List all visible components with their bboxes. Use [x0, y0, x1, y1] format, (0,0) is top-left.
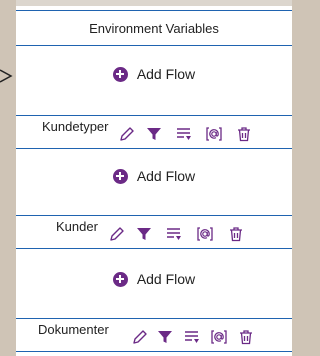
- flow-panel: Environment Variables Add Flow Kundetype…: [16, 0, 292, 356]
- add-flow-button[interactable]: Add Flow: [16, 164, 292, 188]
- at-variable-icon[interactable]: [196, 225, 214, 243]
- add-flow-button[interactable]: Add Flow: [16, 62, 292, 86]
- panel-top-strip: [16, 0, 292, 6]
- pencil-icon[interactable]: [118, 125, 136, 143]
- step-kunder[interactable]: Kunder: [16, 215, 292, 249]
- add-flow-label: Add Flow: [136, 66, 196, 82]
- environment-variables-header[interactable]: Environment Variables: [16, 10, 292, 46]
- pencil-icon[interactable]: [131, 328, 149, 346]
- step-dokumenter[interactable]: Dokumenter: [16, 318, 292, 352]
- add-circle-icon: [112, 168, 128, 184]
- list-sort-icon[interactable]: [165, 225, 183, 243]
- connector-arrow: [0, 69, 13, 83]
- step-label: Kunder: [56, 219, 98, 234]
- list-sort-icon[interactable]: [175, 125, 193, 143]
- trash-icon[interactable]: [227, 225, 245, 243]
- at-variable-icon[interactable]: [210, 328, 228, 346]
- add-flow-label: Add Flow: [136, 168, 196, 184]
- add-circle-icon: [112, 271, 128, 287]
- trash-icon[interactable]: [235, 125, 253, 143]
- add-flow-label: Add Flow: [136, 271, 196, 287]
- filter-icon[interactable]: [135, 225, 153, 243]
- filter-icon[interactable]: [145, 125, 163, 143]
- step-kundetyper[interactable]: Kundetyper: [16, 115, 292, 149]
- step-label: Kundetyper: [42, 119, 109, 134]
- step-label: Dokumenter: [38, 322, 109, 337]
- list-sort-icon[interactable]: [183, 328, 201, 346]
- at-variable-icon[interactable]: [205, 125, 223, 143]
- flow-canvas: Environment Variables Add Flow Kundetype…: [0, 0, 292, 356]
- pencil-icon[interactable]: [108, 225, 126, 243]
- filter-icon[interactable]: [156, 328, 174, 346]
- trash-icon[interactable]: [237, 328, 255, 346]
- environment-variables-title: Environment Variables: [89, 20, 219, 36]
- add-flow-button[interactable]: Add Flow: [16, 267, 292, 291]
- add-circle-icon: [112, 66, 128, 82]
